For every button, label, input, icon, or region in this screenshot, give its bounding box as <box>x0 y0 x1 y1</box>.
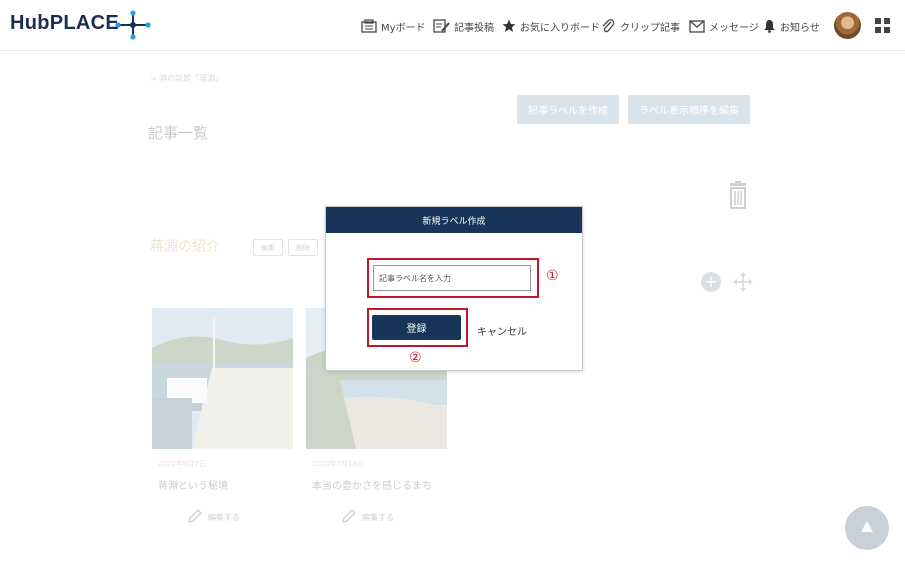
step-number-1: ① <box>546 268 559 284</box>
clip-icon <box>602 19 615 33</box>
card-date: 2020年6月7日 <box>158 460 206 468</box>
header: HubPLACE Myボード 記事投稿 お気に入りボード クリップ記事 メッセー… <box>0 0 905 51</box>
edit-label: 編集する <box>208 512 240 522</box>
edit-label: 編集する <box>362 512 394 522</box>
nav-clip[interactable]: クリップ記事 <box>601 17 680 35</box>
page-title: 記事一覧 <box>148 124 209 142</box>
scroll-top-button[interactable] <box>845 506 889 550</box>
nav-label: メッセージ <box>709 22 759 34</box>
highlight-box-register <box>367 308 468 347</box>
nav-label: お気に入りボード <box>520 22 600 34</box>
bell-icon <box>764 20 775 33</box>
star-icon <box>502 19 516 32</box>
pencil-icon <box>188 509 202 523</box>
board-icon <box>361 19 377 33</box>
nav-myboard[interactable]: Myボード <box>361 17 426 35</box>
pencil-icon <box>342 509 356 523</box>
highlight-box-input <box>367 258 539 298</box>
step-number-2: ② <box>409 350 422 366</box>
cancel-link[interactable]: キャンセル <box>477 323 527 338</box>
section-edit-button[interactable]: 編集 <box>253 239 283 256</box>
nav-post[interactable]: 記事投稿 <box>433 17 494 35</box>
logo-mark-icon <box>115 10 151 40</box>
card-edit-link[interactable]: 編集する <box>340 509 394 525</box>
nav-notice[interactable]: お知らせ <box>763 17 820 35</box>
card-date: 2020年7月18日 <box>312 460 365 468</box>
create-label-button[interactable]: 記事ラベルを作成 <box>517 95 619 124</box>
card-image-harbor[interactable] <box>152 308 293 449</box>
edit-label-order-button[interactable]: ラベル表示順序を編集 <box>628 95 750 124</box>
nav-label: Myボード <box>381 22 426 34</box>
apps-grid-icon[interactable] <box>875 18 891 34</box>
card-edit-link[interactable]: 編集する <box>186 509 240 525</box>
mail-icon <box>689 19 705 33</box>
nav-label: お知らせ <box>780 22 820 34</box>
post-icon <box>433 19 450 33</box>
nav-label: クリップ記事 <box>620 22 680 34</box>
modal-title: 新規ラベル作成 <box>326 207 582 233</box>
move-icon[interactable] <box>733 272 753 292</box>
nav-favorite-board[interactable]: お気に入りボード <box>502 17 600 35</box>
section-title: 蒋淵の紹介 <box>150 239 220 255</box>
nav-message[interactable]: メッセージ <box>689 17 759 35</box>
card-title[interactable]: 本当の豊かさを感じるまち <box>312 477 432 492</box>
avatar[interactable] <box>834 12 861 39</box>
add-icon[interactable]: + <box>701 272 721 292</box>
section-delete-button[interactable]: 削除 <box>288 239 318 256</box>
nav-label: 記事投稿 <box>454 22 494 34</box>
card-title[interactable]: 蒋淵という秘境 <box>158 477 228 492</box>
breadcrumb[interactable]: > 港の話題「蒋淵」 <box>150 73 223 84</box>
trash-icon[interactable] <box>728 181 748 209</box>
logo[interactable]: HubPLACE <box>10 12 119 35</box>
